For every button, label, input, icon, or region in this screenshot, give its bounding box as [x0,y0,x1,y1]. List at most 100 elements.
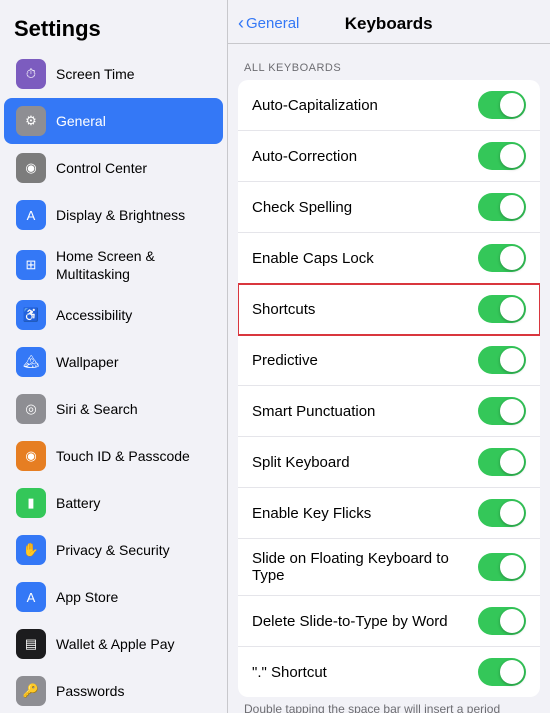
row-label-key-flicks: Enable Key Flicks [252,505,478,522]
sidebar: Settings ⏱ Screen Time ⚙ General ◉ Control Ce… [0,0,228,713]
row-check-spelling[interactable]: Check Spelling [238,182,540,233]
main-content: ALL KEYBOARDS Auto-Capitalization Auto-Cor… [228,44,550,713]
sidebar-item-siri-search[interactable]: ◎ Siri & Search [4,386,223,432]
toggle-knob-delete-slide [500,609,524,633]
sidebar-item-accessibility[interactable]: ♿ Accessibility [4,292,223,338]
toggle-knob-check-spelling [500,195,524,219]
passwords-icon: 🔑 [16,676,46,706]
sidebar-item-label-wallet: Wallet & Apple Pay [56,635,175,653]
section-note-all-keyboards: Double tapping the space bar will insert… [228,697,550,713]
sidebar-item-home-screen[interactable]: ⊞ Home Screen & Multitasking [4,239,223,291]
back-button[interactable]: ‹ General [238,13,299,34]
row-auto-cap[interactable]: Auto-Capitalization [238,80,540,131]
row-label-caps-lock: Enable Caps Lock [252,250,478,267]
sidebar-item-passwords[interactable]: 🔑 Passwords [4,668,223,713]
toggle-check-spelling[interactable] [478,193,526,221]
toggle-auto-correct[interactable] [478,142,526,170]
wallpaper-icon: 🏔 [16,347,46,377]
main-panel: ‹ General Keyboards ALL KEYBOARDS Auto-Ca… [228,0,550,713]
sidebar-item-label-accessibility: Accessibility [56,306,132,324]
row-delete-slide[interactable]: Delete Slide-to-Type by Word [238,596,540,647]
row-label-shortcuts: Shortcuts [252,301,478,318]
sidebar-item-label-general: General [56,112,106,130]
row-label-delete-slide: Delete Slide-to-Type by Word [252,613,478,630]
toggle-knob-smart-punct [500,399,524,423]
row-caps-lock[interactable]: Enable Caps Lock [238,233,540,284]
toggle-knob-auto-correct [500,144,524,168]
toggle-smart-punct[interactable] [478,397,526,425]
row-label-auto-correct: Auto-Correction [252,148,478,165]
toggle-period-shortcut[interactable] [478,658,526,686]
toggle-caps-lock[interactable] [478,244,526,272]
toggle-knob-caps-lock [500,246,524,270]
row-smart-punct[interactable]: Smart Punctuation [238,386,540,437]
privacy-icon: ✋ [16,535,46,565]
row-label-split-kb: Split Keyboard [252,454,478,471]
control-center-icon: ◉ [16,153,46,183]
back-chevron-icon: ‹ [238,13,244,34]
touch-id-icon: ◉ [16,441,46,471]
row-slide-float[interactable]: Slide on Floating Keyboard to Type [238,539,540,596]
sidebar-item-label-app-store: App Store [56,588,118,606]
accessibility-icon: ♿ [16,300,46,330]
sidebar-item-label-home-screen: Home Screen & Multitasking [56,247,213,283]
toggle-knob-shortcuts [500,297,524,321]
row-label-smart-punct: Smart Punctuation [252,403,478,420]
sidebar-item-label-battery: Battery [56,494,100,512]
toggle-auto-cap[interactable] [478,91,526,119]
sidebar-item-label-screen-time: Screen Time [56,65,135,83]
sidebar-item-wallpaper[interactable]: 🏔 Wallpaper [4,339,223,385]
sidebar-item-privacy[interactable]: ✋ Privacy & Security [4,527,223,573]
general-icon: ⚙ [16,106,46,136]
sidebar-title: Settings [0,0,227,50]
battery-icon: ▮ [16,488,46,518]
sidebar-item-screen-time[interactable]: ⏱ Screen Time [4,51,223,97]
display-brightness-icon: A [16,200,46,230]
sidebar-item-control-center[interactable]: ◉ Control Center [4,145,223,191]
home-screen-icon: ⊞ [16,250,46,280]
screen-time-icon: ⏱ [16,59,46,89]
sidebar-item-label-touch-id: Touch ID & Passcode [56,447,190,465]
section-all-keyboards: ALL KEYBOARDS Auto-Capitalization Auto-Cor… [228,62,550,713]
back-label: General [246,15,299,32]
sidebar-item-touch-id[interactable]: ◉ Touch ID & Passcode [4,433,223,479]
section-label-all-keyboards: ALL KEYBOARDS [228,62,550,80]
toggle-delete-slide[interactable] [478,607,526,635]
sidebar-item-wallet[interactable]: ▤ Wallet & Apple Pay [4,621,223,667]
row-auto-correct[interactable]: Auto-Correction [238,131,540,182]
toggle-slide-float[interactable] [478,553,526,581]
sidebar-item-battery[interactable]: ▮ Battery [4,480,223,526]
row-label-predictive: Predictive [252,352,478,369]
sidebar-item-label-privacy: Privacy & Security [56,541,170,559]
toggle-knob-period-shortcut [500,660,524,684]
row-shortcuts[interactable]: Shortcuts [238,284,540,335]
sidebar-item-label-siri-search: Siri & Search [56,400,138,418]
sidebar-item-general[interactable]: ⚙ General [4,98,223,144]
row-label-slide-float: Slide on Floating Keyboard to Type [252,550,478,584]
sidebar-item-display-brightness[interactable]: A Display & Brightness [4,192,223,238]
toggle-knob-key-flicks [500,501,524,525]
toggle-knob-auto-cap [500,93,524,117]
toggle-shortcuts[interactable] [478,295,526,323]
toggle-knob-split-kb [500,450,524,474]
sidebar-item-app-store[interactable]: AApp Store [4,574,223,620]
page-title: Keyboards [303,14,474,34]
toggle-knob-slide-float [500,555,524,579]
sidebar-item-label-passwords: Passwords [56,682,124,700]
sidebar-item-label-wallpaper: Wallpaper [56,353,119,371]
row-period-shortcut[interactable]: "." Shortcut [238,647,540,697]
toggle-knob-predictive [500,348,524,372]
row-label-auto-cap: Auto-Capitalization [252,97,478,114]
sidebar-item-label-control-center: Control Center [56,159,147,177]
sidebar-item-label-display-brightness: Display & Brightness [56,206,185,224]
row-label-check-spelling: Check Spelling [252,199,478,216]
toggle-split-kb[interactable] [478,448,526,476]
siri-search-icon: ◎ [16,394,46,424]
row-predictive[interactable]: Predictive [238,335,540,386]
wallet-icon: ▤ [16,629,46,659]
row-label-period-shortcut: "." Shortcut [252,664,478,681]
toggle-predictive[interactable] [478,346,526,374]
row-key-flicks[interactable]: Enable Key Flicks [238,488,540,539]
toggle-key-flicks[interactable] [478,499,526,527]
row-split-kb[interactable]: Split Keyboard [238,437,540,488]
